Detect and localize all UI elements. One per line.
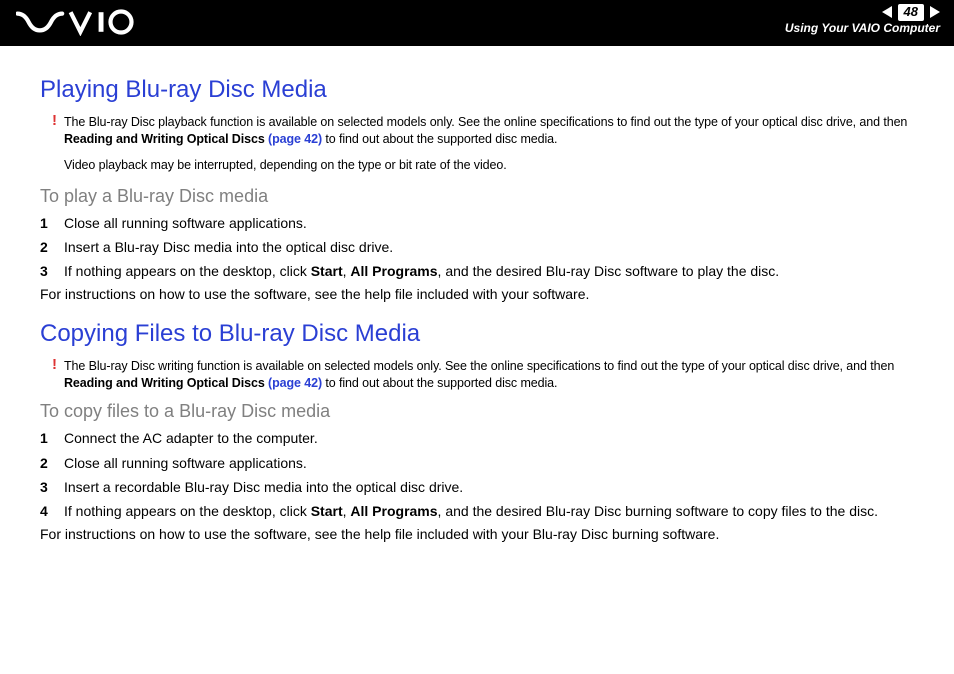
warning-icon: !: [52, 355, 57, 375]
warning-note-writing: ! The Blu-ray Disc writing function is a…: [64, 358, 914, 392]
page-number: 48: [898, 4, 924, 21]
breadcrumb: Using Your VAIO Computer: [785, 21, 940, 37]
warning-bold: Reading and Writing Optical Discs: [64, 132, 268, 146]
page-content: Playing Blu-ray Disc Media ! The Blu-ray…: [0, 46, 954, 542]
step-number: 1: [40, 428, 48, 448]
step-text: Insert a recordable Blu-ray Disc media i…: [64, 479, 463, 495]
next-page-icon[interactable]: [930, 6, 940, 18]
bold-start: Start: [311, 503, 343, 519]
list-item: 2 Close all running software applications…: [40, 453, 914, 473]
page-link-42[interactable]: (page 42): [268, 132, 322, 146]
list-item: 4 If nothing appears on the desktop, clic…: [40, 501, 914, 521]
bold-start: Start: [311, 263, 343, 279]
subheading-copy: To copy files to a Blu-ray Disc media: [40, 401, 914, 422]
step-text: , and the desired Blu-ray Disc burning s…: [438, 503, 878, 519]
step-number: 2: [40, 453, 48, 473]
instructions-note: For instructions on how to use the softw…: [40, 286, 914, 302]
subheading-play: To play a Blu-ray Disc media: [40, 186, 914, 207]
step-text: Connect the AC adapter to the computer.: [64, 430, 318, 446]
warning-note-playback: ! The Blu-ray Disc playback function is …: [64, 114, 914, 148]
step-text: Close all running software applications.: [64, 215, 307, 231]
warning-text-post: to find out about the supported disc med…: [322, 376, 557, 390]
step-number: 4: [40, 501, 48, 521]
warning-text: The Blu-ray Disc writing function is ava…: [64, 359, 894, 373]
steps-play: 1 Close all running software applications…: [40, 213, 914, 282]
page-header: 48 Using Your VAIO Computer: [0, 0, 954, 46]
steps-copy: 1 Connect the AC adapter to the computer.…: [40, 428, 914, 521]
bold-allprograms: All Programs: [350, 503, 437, 519]
step-text: If nothing appears on the desktop, click: [64, 263, 311, 279]
list-item: 3 If nothing appears on the desktop, clic…: [40, 261, 914, 281]
list-item: 1 Close all running software applications…: [40, 213, 914, 233]
page-nav: 48: [785, 4, 940, 21]
step-number: 3: [40, 261, 48, 281]
list-item: 3 Insert a recordable Blu-ray Disc media …: [40, 477, 914, 497]
step-number: 3: [40, 477, 48, 497]
warning-text-post: to find out about the supported disc med…: [322, 132, 557, 146]
section-title-playing: Playing Blu-ray Disc Media: [40, 76, 914, 104]
section-title-copying: Copying Files to Blu-ray Disc Media: [40, 320, 914, 348]
step-text: If nothing appears on the desktop, click: [64, 503, 311, 519]
step-number: 1: [40, 213, 48, 233]
step-number: 2: [40, 237, 48, 257]
step-text: Insert a Blu-ray Disc media into the opt…: [64, 239, 393, 255]
header-right: 48 Using Your VAIO Computer: [785, 4, 940, 36]
page-link-42[interactable]: (page 42): [268, 376, 322, 390]
instructions-note: For instructions on how to use the softw…: [40, 526, 914, 542]
warning-bold: Reading and Writing Optical Discs: [64, 376, 268, 390]
list-item: 1 Connect the AC adapter to the computer.: [40, 428, 914, 448]
video-note: Video playback may be interrupted, depen…: [64, 158, 914, 172]
prev-page-icon[interactable]: [882, 6, 892, 18]
vaio-logo: [16, 8, 156, 38]
warning-text: The Blu-ray Disc playback function is av…: [64, 115, 907, 129]
step-text: , and the desired Blu-ray Disc software …: [438, 263, 780, 279]
warning-icon: !: [52, 111, 57, 131]
bold-allprograms: All Programs: [350, 263, 437, 279]
list-item: 2 Insert a Blu-ray Disc media into the op…: [40, 237, 914, 257]
step-text: Close all running software applications.: [64, 455, 307, 471]
